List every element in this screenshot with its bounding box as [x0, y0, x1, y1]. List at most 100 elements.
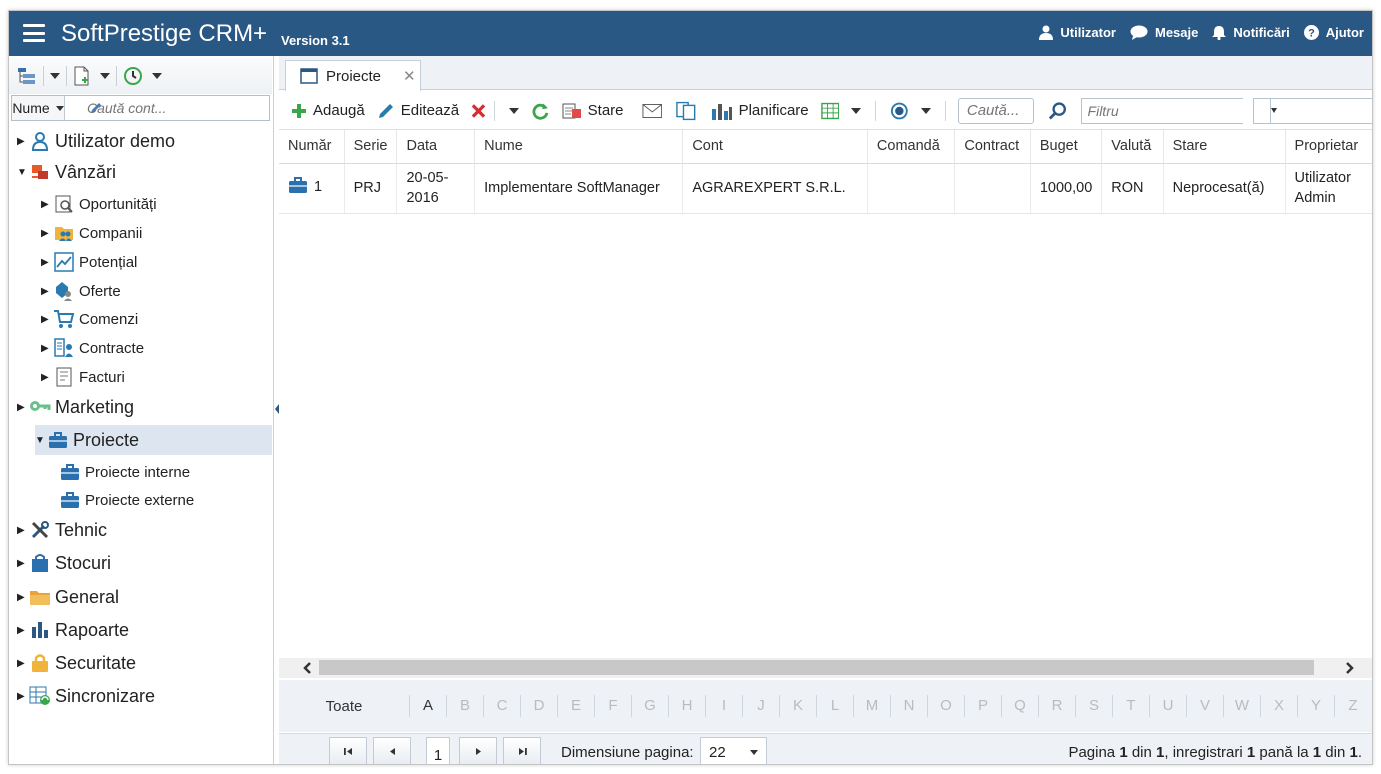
alphabet-letter-v[interactable]: V [1186, 695, 1223, 717]
page-size-select[interactable]: 22 [700, 737, 767, 764]
alphabet-letter-u[interactable]: U [1149, 695, 1186, 717]
new-document-icon[interactable] [73, 66, 91, 86]
messages-menu[interactable]: Mesaje [1130, 25, 1198, 40]
column-header[interactable]: Număr [279, 130, 345, 164]
status-button[interactable]: Stare [562, 102, 624, 120]
column-header[interactable]: Comandă [867, 130, 956, 164]
alphabet-letter-z[interactable]: Z [1334, 695, 1371, 717]
collapsed-arrow-icon[interactable]: ▶ [17, 136, 29, 147]
collapsed-arrow-icon[interactable]: ▶ [17, 558, 29, 569]
refresh-icon[interactable] [531, 101, 550, 121]
sidebar-item-rapoarte[interactable]: ▶ Rapoarte [9, 615, 272, 645]
tab-proiecte[interactable]: Proiecte ✕ [285, 60, 421, 91]
collapsed-arrow-icon[interactable]: ▶ [17, 592, 29, 603]
scroll-right-icon[interactable] [1342, 661, 1356, 675]
table-row[interactable]: 1 PRJ 20-05-2016 Implementare SoftManager AG… [279, 163, 1372, 214]
alphabet-letter-f[interactable]: F [594, 695, 631, 717]
sidebar-item-proiecte[interactable]: ▼ Proiecte [35, 425, 272, 455]
alphabet-letter-j[interactable]: J [742, 695, 779, 717]
sidebar-item-securitate[interactable]: ▶ Securitate [9, 648, 272, 678]
collapsed-arrow-icon[interactable]: ▶ [41, 372, 53, 383]
sidebar-item-oportunități[interactable]: ▶ Oportunități [9, 189, 157, 219]
collapsed-arrow-icon[interactable]: ▶ [41, 257, 53, 268]
column-header[interactable]: Nume [474, 130, 684, 164]
sidebar-item-companii[interactable]: ▶ Companii [9, 218, 142, 248]
edit-button[interactable]: Editează [377, 102, 459, 120]
collapsed-arrow-icon[interactable]: ▶ [41, 314, 53, 325]
sidebar-item-proiecte-interne[interactable]: Proiecte interne [9, 457, 190, 487]
collapsed-arrow-icon[interactable]: ▶ [41, 199, 53, 210]
grid-search-input[interactable] [957, 97, 1034, 124]
notifications-menu[interactable]: Notificări [1212, 25, 1290, 40]
column-header[interactable]: Buget [1030, 130, 1103, 164]
column-header[interactable]: Proprietar [1285, 130, 1372, 164]
alphabet-letter-h[interactable]: H [668, 695, 705, 717]
close-tab-icon[interactable]: ✕ [403, 67, 416, 85]
new-document-dropdown-icon[interactable] [100, 73, 110, 79]
radio-target-icon[interactable] [890, 101, 909, 121]
collapsed-arrow-icon[interactable]: ▶ [41, 228, 53, 239]
help-menu[interactable]: ? Ajutor [1303, 25, 1364, 40]
expanded-arrow-icon[interactable]: ▼ [17, 167, 29, 178]
delete-icon[interactable] [471, 103, 486, 119]
alphabet-letter-s[interactable]: S [1075, 695, 1112, 717]
next-page-button[interactable] [459, 737, 497, 764]
last-page-button[interactable] [503, 737, 541, 764]
expanded-arrow-icon[interactable]: ▼ [35, 435, 47, 446]
alphabet-letter-m[interactable]: M [853, 695, 890, 717]
view-dropdown-icon[interactable] [920, 107, 931, 114]
sidebar-item-general[interactable]: ▶ General [9, 582, 272, 612]
history-icon[interactable] [123, 66, 143, 86]
collapsed-arrow-icon[interactable]: ▶ [41, 343, 53, 354]
alphabet-letter-l[interactable]: L [816, 695, 853, 717]
alphabet-letter-y[interactable]: Y [1297, 695, 1334, 717]
history-dropdown-icon[interactable] [152, 73, 162, 79]
alphabet-letter-k[interactable]: K [779, 695, 816, 717]
search-icon[interactable] [1048, 101, 1067, 121]
alphabet-letter-q[interactable]: Q [1001, 695, 1038, 717]
alphabet-letter-g[interactable]: G [631, 695, 668, 717]
search-field-selector[interactable]: Nume [12, 96, 65, 120]
column-header[interactable]: Contract [954, 130, 1031, 164]
column-header[interactable]: Cont [682, 130, 868, 164]
column-header[interactable]: Serie [344, 130, 398, 164]
sidebar-item-oferte[interactable]: ▶ Oferte [9, 276, 121, 306]
scrollbar-thumb[interactable] [319, 660, 1314, 675]
sidebar-item-contracte[interactable]: ▶ Contracte [9, 333, 144, 363]
previous-page-button[interactable] [373, 737, 411, 764]
column-header[interactable]: Stare [1163, 130, 1286, 164]
alphabet-letter-c[interactable]: C [483, 695, 520, 717]
copy-icon[interactable] [676, 101, 697, 121]
alphabet-letter-o[interactable]: O [927, 695, 964, 717]
collapsed-arrow-icon[interactable]: ▶ [17, 625, 29, 636]
alphabet-letter-x[interactable]: X [1260, 695, 1297, 717]
user-menu[interactable]: Utilizator [1039, 25, 1116, 40]
alphabet-all-link[interactable]: Toate [279, 698, 409, 715]
sidebar-item-comenzi[interactable]: ▶ Comenzi [9, 304, 138, 334]
alphabet-letter-p[interactable]: P [964, 695, 1001, 717]
tree-view-dropdown-icon[interactable] [50, 73, 60, 79]
alphabet-letter-w[interactable]: W [1223, 695, 1260, 717]
email-icon[interactable] [641, 103, 663, 119]
alphabet-letter-r[interactable]: R [1038, 695, 1075, 717]
sidebar-item-vânzări[interactable]: ▼ Vânzări [9, 157, 272, 187]
alphabet-letter-i[interactable]: I [705, 695, 742, 717]
scroll-left-icon[interactable] [301, 661, 315, 675]
filter-input[interactable] [1081, 98, 1270, 123]
column-header[interactable]: Valută [1101, 130, 1164, 164]
first-page-button[interactable] [329, 737, 367, 764]
collapsed-arrow-icon[interactable]: ▶ [17, 658, 29, 669]
alphabet-letter-b[interactable]: B [446, 695, 483, 717]
add-button[interactable]: Adaugă [291, 102, 365, 119]
alphabet-letter-n[interactable]: N [890, 695, 927, 717]
sidebar-item-tehnic[interactable]: ▶ Tehnic [9, 515, 272, 545]
filter-select[interactable] [1080, 97, 1277, 124]
alphabet-letter-d[interactable]: D [520, 695, 557, 717]
delete-dropdown-icon[interactable] [508, 107, 519, 114]
sidebar-item-facturi[interactable]: ▶ Facturi [9, 362, 125, 392]
column-header[interactable]: Data [396, 130, 476, 164]
alphabet-letter-a[interactable]: A [409, 695, 446, 717]
sidebar-item-sincronizare[interactable]: ▶ Sincronizare [9, 681, 272, 711]
collapsed-arrow-icon[interactable]: ▶ [41, 286, 53, 297]
spreadsheet-icon[interactable] [820, 102, 840, 120]
